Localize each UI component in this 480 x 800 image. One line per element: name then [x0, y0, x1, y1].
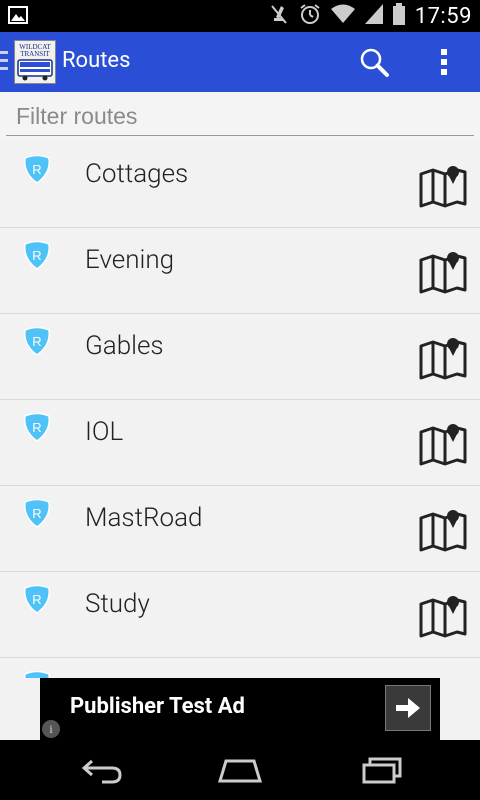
route-name: IOL [85, 417, 124, 447]
home-icon [217, 759, 263, 783]
svg-text:R: R [32, 506, 41, 521]
map-icon[interactable] [419, 338, 467, 384]
svg-text:R: R [32, 334, 41, 349]
recents-button[interactable] [360, 755, 404, 789]
recents-icon [362, 757, 402, 784]
svg-text:R: R [32, 592, 41, 607]
route-shield-icon: R [22, 670, 52, 678]
home-button[interactable] [216, 755, 264, 789]
signal-icon [364, 4, 383, 28]
routes-list[interactable]: RCampusRCottagesREveningRGablesRIOLRMast… [0, 142, 480, 678]
filter-bar [0, 92, 480, 142]
route-shield-icon: R [22, 498, 52, 532]
route-name: Study [85, 589, 150, 619]
route-row[interactable]: RWeekend [0, 658, 480, 678]
route-shield-icon: R [22, 326, 52, 360]
ad-banner[interactable]: Publisher Test Ad i [40, 678, 440, 740]
route-row[interactable]: R MastRoad [0, 486, 480, 572]
route-row[interactable]: R Study [0, 572, 480, 658]
ad-text: Publisher Test Ad [70, 694, 245, 719]
image-notification-icon [8, 6, 28, 28]
battery-icon [392, 3, 405, 29]
overflow-menu-icon[interactable] [438, 46, 450, 82]
map-icon[interactable] [419, 252, 467, 298]
map-icon[interactable] [419, 510, 467, 556]
arrow-right-icon [396, 698, 420, 718]
navigation-bar [0, 740, 480, 800]
mute-icon [269, 3, 289, 29]
route-name: Cottages [85, 159, 189, 189]
ad-info-icon[interactable]: i [42, 720, 60, 738]
action-bar: WILDCAT TRANSIT Routes [0, 32, 480, 92]
drawer-toggle-icon[interactable] [0, 51, 8, 75]
map-icon[interactable] [419, 596, 467, 642]
status-bar: 17:59 [0, 0, 480, 32]
route-row[interactable]: R IOL [0, 400, 480, 486]
svg-text:R: R [32, 162, 41, 177]
route-shield-icon: R [22, 412, 52, 446]
svg-text:R: R [32, 420, 41, 435]
svg-text:R: R [32, 248, 41, 263]
map-icon[interactable] [419, 166, 467, 212]
route-row[interactable]: R Cottages [0, 142, 480, 228]
search-icon[interactable] [358, 46, 390, 82]
route-row[interactable]: R Gables [0, 314, 480, 400]
route-name: Gables [85, 331, 164, 361]
route-row[interactable]: R Evening [0, 228, 480, 314]
ad-arrow-button[interactable] [385, 685, 431, 731]
app-logo[interactable]: WILDCAT TRANSIT [14, 40, 56, 84]
back-button[interactable] [78, 755, 124, 789]
filter-routes-input[interactable] [6, 98, 474, 136]
map-icon[interactable] [419, 424, 467, 470]
status-time: 17:59 [414, 3, 472, 29]
route-shield-icon: R [22, 240, 52, 274]
alarm-icon [299, 3, 321, 29]
logo-text-line2: TRANSIT [20, 50, 50, 58]
wifi-icon [330, 4, 355, 28]
route-shield-icon: R [22, 154, 52, 188]
route-name: Evening [85, 245, 175, 275]
route-shield-icon: R [22, 584, 52, 618]
route-name: MastRoad [85, 503, 203, 533]
page-title: Routes [62, 48, 131, 73]
back-icon [81, 759, 122, 784]
